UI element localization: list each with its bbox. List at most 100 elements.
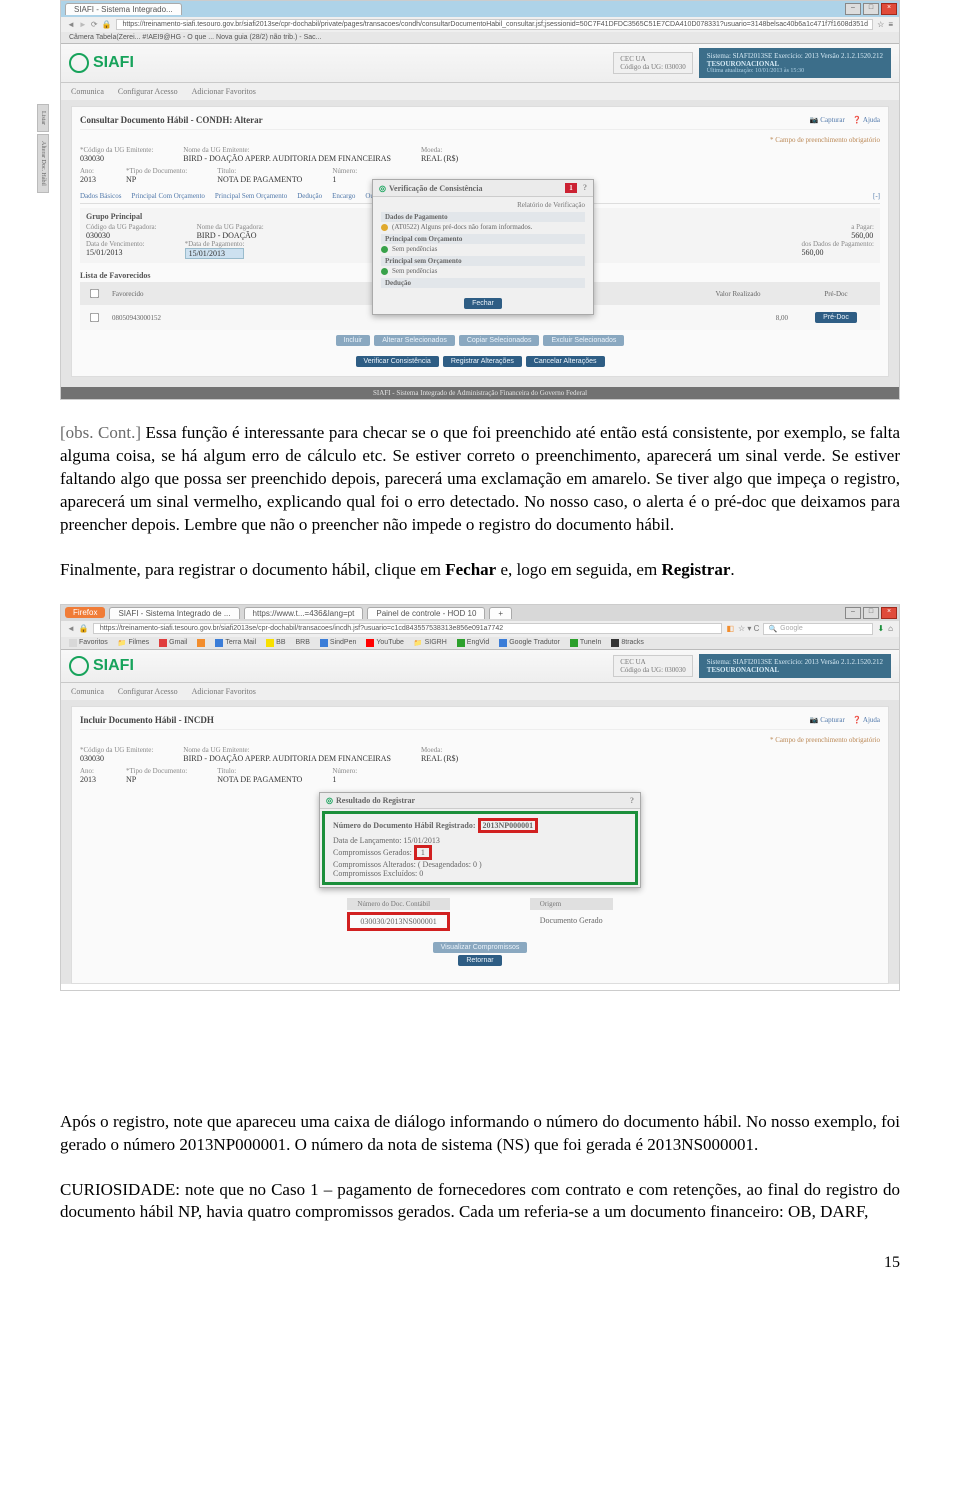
siafi-footer: SIAFI - Sistema Integrado de Administraç… <box>61 387 899 399</box>
doc-origem-val: Documento Gerado <box>530 914 613 927</box>
bm-sigrh[interactable]: 📁 SIGRH <box>414 639 447 647</box>
bm-youtube[interactable]: YouTube <box>366 639 404 647</box>
retornar-button[interactable]: Retornar <box>458 955 501 966</box>
bm-gmail[interactable]: Gmail <box>159 639 187 647</box>
tab-pso[interactable]: Principal Sem Orçamento <box>215 192 287 200</box>
menu-favoritos[interactable]: Adicionar Favoritos <box>192 87 256 96</box>
siafi-app-2: SIAFI CEC UA Código da UG: 030030 Sistem… <box>61 650 899 984</box>
copiar-button[interactable]: Copiar Selecionados <box>459 335 540 346</box>
nav-fwd-icon[interactable]: ► <box>79 20 87 29</box>
menu-comunica-2[interactable]: Comunica <box>71 687 104 696</box>
nav-back-icon[interactable]: ◄ <box>67 20 75 29</box>
browser-tab-c[interactable]: Painel de controle - HOD 10 <box>367 607 485 619</box>
bm-terra[interactable]: Terra Mail <box>215 639 256 647</box>
val-codigo-ug: 030030 <box>80 154 153 163</box>
menu-favoritos-2[interactable]: Adicionar Favoritos <box>192 687 256 696</box>
menu-configurar[interactable]: Configurar Acesso <box>118 87 178 96</box>
bm-gtradutor[interactable]: Google Tradutor <box>499 639 560 647</box>
registrar-button[interactable]: Registrar Alterações <box>443 356 522 367</box>
menu-icon[interactable]: ≡ <box>888 20 893 29</box>
visualizar-button[interactable]: Visualizar Compromissos <box>433 942 528 953</box>
fav-cell-valor: 8,00 <box>684 305 792 330</box>
fav-chk-all[interactable] <box>90 289 99 298</box>
excluir-button[interactable]: Excluir Selecionados <box>543 335 624 346</box>
bm-bb[interactable]: BB <box>266 639 285 647</box>
bm-8tracks[interactable]: 8tracks <box>611 639 644 647</box>
ajuda-link[interactable]: ❓ Ajuda <box>853 116 880 124</box>
lbl-dd: dos Dados de Pagamento: <box>801 240 874 248</box>
col-hd-num: Número do Doc. Contábil <box>347 898 449 910</box>
address-bar-1: ◄ ► ⟳ 🔒 https://treinamento-siafi.tesour… <box>61 17 899 32</box>
popup-help-icon-2[interactable]: ? <box>630 796 634 805</box>
val-numero-2: 1 <box>332 775 357 784</box>
star-icon[interactable]: ☆ <box>877 20 884 29</box>
search-placeholder[interactable]: Google <box>780 625 803 632</box>
ajuda-link-2[interactable]: ❓ Ajuda <box>853 716 880 724</box>
bm-filmes[interactable]: 📁 Filmes <box>118 639 149 647</box>
lbl-nome-ug: Nome da UG Emitente: <box>183 146 391 154</box>
minimize-button-2[interactable]: – <box>845 607 861 619</box>
bm-tunein[interactable]: TuneIn <box>570 639 602 647</box>
bm-star[interactable] <box>197 639 205 647</box>
verificar-button[interactable]: Verificar Consistência <box>356 356 439 367</box>
rail-tab-alterar[interactable]: Alterar Doc. Hábil <box>37 134 49 193</box>
cancelar-button[interactable]: Cancelar Alterações <box>526 356 605 367</box>
tab-pco[interactable]: Principal Com Orçamento <box>131 192 204 200</box>
paragraph-2: Finalmente, para registrar o documento h… <box>60 559 900 582</box>
paragraph-1: [obs. Cont.] Essa função é interessante … <box>60 422 900 537</box>
lbl-codigo-ug: *Código da UG Emitente: <box>80 146 153 154</box>
browser-tabs-2: Firefox SIAFI - Sistema Integrado de ...… <box>61 605 899 621</box>
capturar-link[interactable]: 📷 Capturar <box>810 116 845 124</box>
fav-chk-row[interactable] <box>90 313 99 322</box>
incluir-button[interactable]: Incluir <box>336 335 371 346</box>
nav-back-icon-2[interactable]: ◄ <box>67 624 75 633</box>
siafi-header: SIAFI CEC UA Código da UG: 030030 Sistem… <box>61 44 899 83</box>
rail-tab-listar[interactable]: Listar <box>37 104 49 132</box>
bm-engvid[interactable]: EngVid <box>457 639 489 647</box>
download-icon[interactable]: ⬇ <box>877 624 884 633</box>
browser-tab-a[interactable]: SIAFI - Sistema Integrado de ... <box>109 607 239 619</box>
browser-tabs-1: SIAFI - Sistema Integrado... – □ × <box>61 1 899 17</box>
doc-result-table: Número do Doc. Contábil 030030/2013NS000… <box>80 898 880 931</box>
alterar-button[interactable]: Alterar Selecionados <box>374 335 455 346</box>
bm-brb[interactable]: BRB <box>296 639 310 647</box>
maximize-button[interactable]: □ <box>863 3 879 15</box>
val-titulo-2: NOTA DE PAGAMENTO <box>217 775 302 784</box>
bm-sind[interactable]: SindPen <box>320 639 356 647</box>
browser-tab-add[interactable]: + <box>489 607 512 619</box>
rss-icon[interactable]: ◧ <box>726 624 734 633</box>
search-engine-icon[interactable]: 🔍 <box>768 625 777 633</box>
collapse-icon[interactable]: [-] <box>873 192 880 200</box>
url-input-2[interactable]: https://treinamento-siafi.tesouro.gov.br… <box>93 623 723 634</box>
tab-encargo[interactable]: Encargo <box>332 192 355 200</box>
fav-header-2: Valor Realizado <box>684 282 792 305</box>
session-info: Sistema: SIAFI2013SE Exercício: 2013 Ver… <box>707 52 883 60</box>
lbl-ano: Ano: <box>80 167 96 175</box>
tab-deducao[interactable]: Dedução <box>297 192 322 200</box>
browser-tab-b[interactable]: https://www.t...=436&lang=pt <box>244 607 364 619</box>
url-input[interactable]: https://treinamento-siafi.tesouro.gov.br… <box>116 19 874 30</box>
fechar-button[interactable]: Fechar <box>464 298 502 309</box>
minimize-button[interactable]: – <box>845 3 861 15</box>
tab-dados[interactable]: Dados Básicos <box>80 192 121 200</box>
menu-comunica[interactable]: Comunica <box>71 87 104 96</box>
close-button[interactable]: × <box>881 3 897 15</box>
capturar-link-2[interactable]: 📷 Capturar <box>810 716 845 724</box>
popup-help-icon[interactable]: ? <box>583 183 587 192</box>
bm-favoritos[interactable]: Favoritos <box>69 639 108 647</box>
close-button-2[interactable]: × <box>881 607 897 619</box>
maximize-button-2[interactable]: □ <box>863 607 879 619</box>
predoc-button[interactable]: Pré-Doc <box>815 312 857 323</box>
numero-dh-val: 2013NP000001 <box>478 818 539 833</box>
val-nug: BIRD - DOAÇÃO <box>197 231 264 240</box>
lbl-titulo-2: Título: <box>217 767 302 775</box>
window-controls: – □ × <box>845 3 897 15</box>
ok-icon-2 <box>381 268 388 275</box>
val-cug: 030030 <box>86 231 157 240</box>
home-icon[interactable]: ⌂ <box>888 624 893 633</box>
menu-configurar-2[interactable]: Configurar Acesso <box>118 687 178 696</box>
browser-tab-active[interactable]: SIAFI - Sistema Integrado... <box>65 3 182 15</box>
reload-icon[interactable]: ⟳ <box>91 20 98 29</box>
firefox-button[interactable]: Firefox <box>65 607 105 618</box>
siafi-logo-icon-2 <box>69 656 89 676</box>
